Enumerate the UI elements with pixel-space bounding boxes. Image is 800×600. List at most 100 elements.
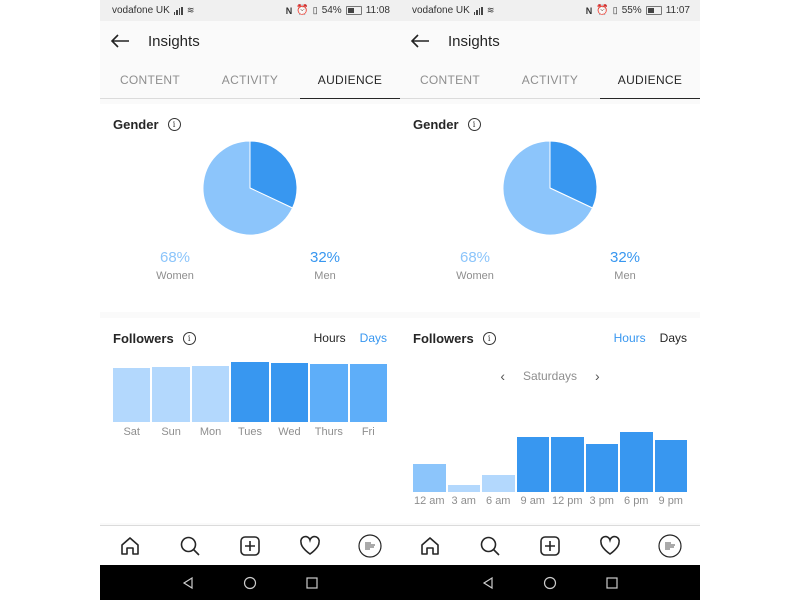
bar-12-am[interactable] — [413, 464, 446, 492]
gender-pie-chart — [202, 140, 298, 236]
system-home-icon[interactable] — [243, 576, 257, 590]
home-icon[interactable] — [118, 534, 142, 558]
tab-activity[interactable]: ACTIVITY — [500, 61, 600, 98]
tab-activity[interactable]: ACTIVITY — [200, 61, 300, 98]
gender-card: Gender i 68% Women 32% Men — [100, 104, 400, 312]
men-percent: 32% — [609, 249, 641, 266]
info-icon[interactable]: i — [182, 331, 196, 345]
status-bar: vodafone UK ≋ N ⏰ ▯ 55% 11:07 — [400, 0, 700, 21]
bar-6-am[interactable] — [482, 475, 515, 492]
days-toggle[interactable]: Days — [360, 331, 387, 345]
followers-title: Followers — [113, 330, 174, 346]
info-icon[interactable]: i — [167, 117, 181, 131]
x-axis-label: 12 pm — [551, 495, 583, 507]
system-recents-icon[interactable] — [605, 576, 619, 590]
chevron-left-icon[interactable]: ‹ — [500, 368, 505, 384]
clock-time: 11:08 — [365, 5, 390, 16]
activity-heart-icon[interactable] — [298, 534, 322, 558]
bottom-nav — [100, 525, 400, 566]
x-axis-label: Wed — [278, 426, 301, 438]
back-arrow-icon[interactable] — [410, 31, 430, 51]
women-percent: 68% — [159, 249, 191, 266]
chevron-right-icon[interactable]: › — [595, 368, 600, 384]
x-axis-label: 6 am — [486, 495, 511, 507]
app-header: Insights — [100, 21, 400, 61]
bar-wed[interactable] — [270, 363, 309, 422]
new-post-icon[interactable] — [238, 534, 262, 558]
new-post-icon[interactable] — [538, 534, 562, 558]
search-icon[interactable] — [478, 534, 502, 558]
app-header: Insights — [400, 21, 700, 61]
followers-title: Followers — [413, 330, 474, 346]
x-axis-label: Sun — [161, 426, 181, 438]
wifi-icon: ≋ — [486, 5, 495, 15]
system-nav-bar — [100, 565, 400, 600]
x-axis-label: Tues — [237, 426, 262, 438]
page-title: Insights — [448, 32, 500, 50]
phone-screen-days: vodafone UK ≋ N ⏰ ▯ 54% 11:08 Insights C… — [100, 0, 400, 600]
x-axis-label: 9 pm — [658, 495, 683, 507]
info-icon[interactable]: i — [482, 331, 496, 345]
gender-title: Gender — [113, 116, 159, 132]
followers-toggle: Hours Days — [314, 331, 387, 345]
system-nav-bar — [400, 565, 700, 600]
bar-3-am[interactable] — [447, 484, 480, 492]
tab-content[interactable]: CONTENT — [400, 61, 500, 98]
x-axis-label: 12 am — [413, 495, 445, 507]
battery-percent: 54% — [321, 5, 342, 16]
search-icon[interactable] — [178, 534, 202, 558]
women-label: Women — [156, 270, 194, 282]
bar-3-pm[interactable] — [585, 444, 618, 492]
back-arrow-icon[interactable] — [110, 31, 130, 51]
women-stat: 68% Women — [435, 249, 515, 282]
alarm-icon: ⏰ — [296, 5, 309, 16]
men-stat: 32% Men — [585, 249, 665, 282]
carrier-name: vodafone UK — [412, 5, 470, 16]
x-axis-label: 3 am — [451, 495, 476, 507]
info-icon[interactable]: i — [467, 117, 481, 131]
bar-12-pm[interactable] — [551, 436, 584, 492]
men-label: Men — [314, 270, 336, 282]
tab-audience[interactable]: AUDIENCE — [300, 61, 400, 99]
hours-toggle[interactable]: Hours — [314, 331, 346, 345]
bar-mon[interactable] — [191, 366, 230, 422]
nfc-icon: N — [585, 5, 593, 16]
system-back-icon[interactable] — [181, 576, 195, 590]
insights-tabs: CONTENT ACTIVITY AUDIENCE — [100, 61, 400, 99]
signal-icon — [473, 6, 483, 15]
profile-avatar[interactable] — [658, 534, 682, 558]
vibrate-icon: ▯ — [312, 5, 318, 15]
bar-sun[interactable] — [152, 366, 190, 422]
system-home-icon[interactable] — [543, 576, 557, 590]
activity-heart-icon[interactable] — [598, 534, 622, 558]
x-axis-label: 9 am — [520, 495, 545, 507]
bar-9-pm[interactable] — [654, 439, 687, 492]
days-toggle[interactable]: Days — [660, 331, 687, 345]
men-label: Men — [614, 270, 636, 282]
x-axis-label: 3 pm — [589, 495, 614, 507]
gender-pie-chart — [502, 140, 598, 236]
bar-9-am[interactable] — [516, 436, 549, 492]
followers-card: Followers i Hours Days ‹ Saturdays › 12 … — [400, 318, 700, 523]
home-icon[interactable] — [418, 534, 442, 558]
x-axis-label: Thurs — [314, 426, 343, 438]
system-recents-icon[interactable] — [305, 576, 319, 590]
bar-fri[interactable] — [349, 363, 387, 422]
bar-6-pm[interactable] — [620, 432, 653, 492]
tab-audience[interactable]: AUDIENCE — [600, 61, 700, 99]
battery-icon — [645, 6, 662, 15]
women-stat: 68% Women — [135, 249, 215, 282]
selected-day: Saturdays — [522, 369, 578, 383]
bar-tues[interactable] — [231, 362, 269, 422]
bar-thurs[interactable] — [310, 364, 348, 422]
bar-sat[interactable] — [113, 368, 151, 422]
tab-content[interactable]: CONTENT — [100, 61, 200, 98]
hours-toggle[interactable]: Hours — [614, 331, 646, 345]
battery-percent: 55% — [621, 5, 642, 16]
alarm-icon: ⏰ — [596, 5, 609, 16]
phone-screen-hours: vodafone UK ≋ N ⏰ ▯ 55% 11:07 Insights C… — [400, 0, 700, 600]
x-axis-label: 6 pm — [624, 495, 649, 507]
system-back-icon[interactable] — [481, 576, 495, 590]
insights-tabs: CONTENT ACTIVITY AUDIENCE — [400, 61, 700, 99]
profile-avatar[interactable] — [358, 534, 382, 558]
